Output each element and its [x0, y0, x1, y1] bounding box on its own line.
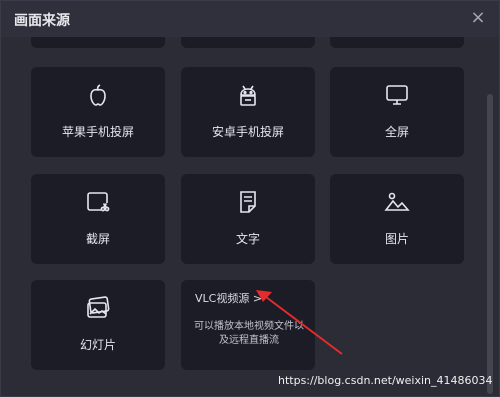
- source-label: 图片: [384, 232, 409, 246]
- close-icon[interactable]: ×: [469, 9, 487, 27]
- source-tile-text[interactable]: 文字: [181, 174, 315, 264]
- android-icon: [234, 81, 262, 109]
- source-tile-iphone-cast[interactable]: 苹果手机投屏: [31, 67, 165, 157]
- source-label: 幻灯片: [79, 338, 116, 352]
- text-document-icon: [234, 188, 262, 216]
- dialog-titlebar: 画面来源 ×: [1, 1, 499, 37]
- source-label: 安卓手机投屏: [211, 125, 284, 139]
- source-tile-screenshot[interactable]: 截屏: [31, 174, 165, 264]
- source-tile-image[interactable]: 图片: [330, 174, 464, 264]
- slideshow-icon: [84, 294, 112, 322]
- image-icon: [383, 188, 411, 216]
- screenshot-icon: [84, 188, 112, 216]
- watermark-text: https://blog.csdn.net/weixin_41486034: [278, 374, 493, 387]
- source-tile-partial[interactable]: [181, 37, 315, 48]
- source-tile-partial[interactable]: [31, 37, 165, 48]
- apple-icon: [84, 81, 112, 109]
- source-label: 截屏: [85, 232, 110, 246]
- annotation-arrow-icon: [256, 290, 343, 355]
- source-tile-partial[interactable]: [330, 37, 464, 48]
- source-label: 文字: [235, 232, 260, 246]
- source-label: 苹果手机投屏: [61, 125, 134, 139]
- source-tile-fullscreen[interactable]: 全屏: [330, 67, 464, 157]
- scrollbar[interactable]: [487, 94, 493, 394]
- source-tile-slideshow[interactable]: 幻灯片: [31, 280, 165, 370]
- dialog-title: 画面来源: [14, 13, 70, 29]
- monitor-icon: [383, 81, 411, 109]
- source-tile-android-cast[interactable]: 安卓手机投屏: [181, 67, 315, 157]
- source-label: 全屏: [384, 125, 409, 139]
